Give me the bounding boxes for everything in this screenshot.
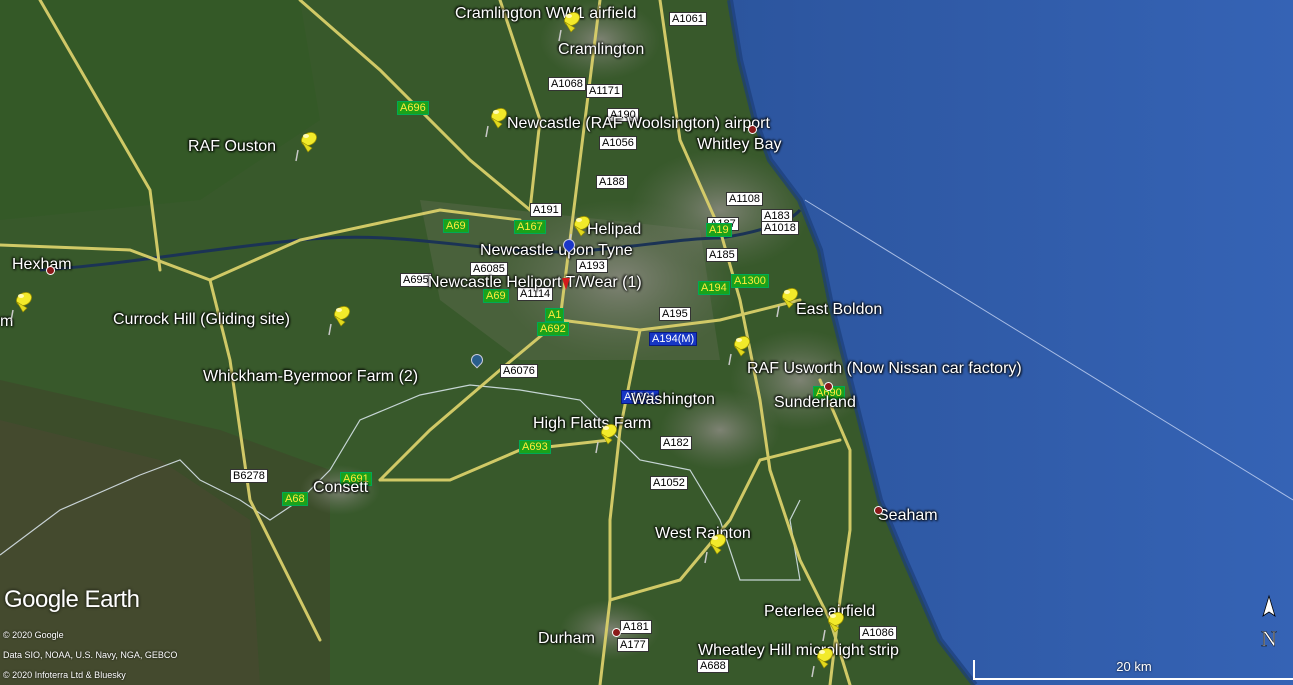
google-earth-logo: Google Earth — [4, 586, 140, 613]
credit-google: © 2020 Google — [3, 630, 64, 640]
north-label: N — [1261, 626, 1277, 651]
satellite-map[interactable] — [0, 0, 1293, 685]
credit-data: Data SIO, NOAA, U.S. Navy, NGA, GEBCO — [3, 650, 178, 660]
credit-imagery: © 2020 Infoterra Ltd & Bluesky — [3, 670, 126, 680]
scale-bar: 20 km — [973, 659, 1293, 680]
scale-label: 20 km — [1116, 659, 1152, 674]
north-arrow-icon[interactable]: N — [1256, 594, 1282, 654]
